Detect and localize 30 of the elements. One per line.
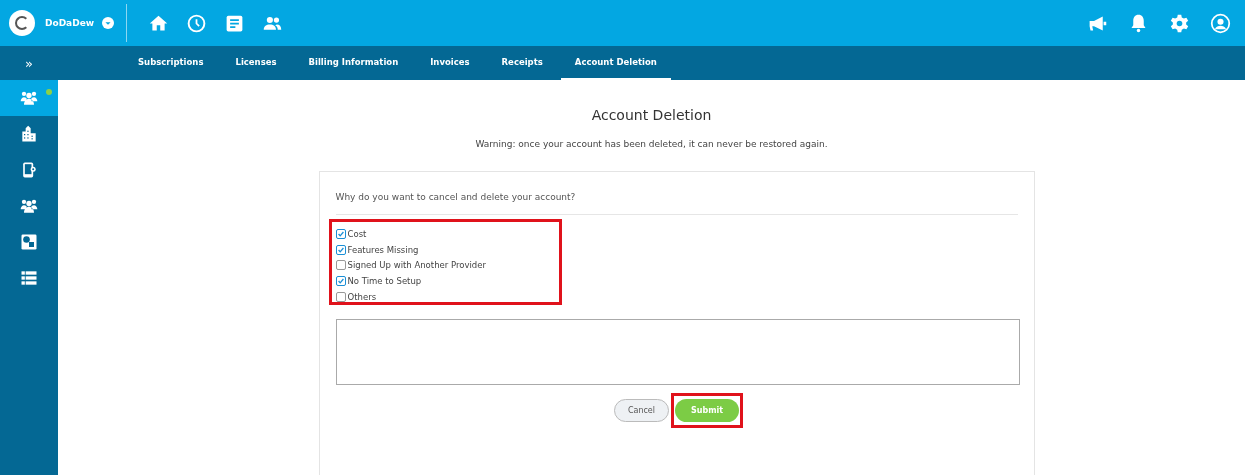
list-icon [19, 268, 39, 288]
checkbox-label: Others [347, 291, 377, 302]
dropdown-icon[interactable] [102, 17, 115, 29]
page-title: Account Deletion [591, 107, 712, 123]
sidebar-item[interactable] [0, 80, 58, 116]
tile-icon [19, 232, 39, 252]
checkbox[interactable] [335, 275, 346, 286]
settings-icon[interactable] [1169, 12, 1190, 34]
checkbox-label: Signed Up with Another Provider [347, 260, 486, 271]
tab[interactable]: Receipts [487, 46, 557, 80]
checkbox[interactable] [335, 291, 346, 302]
checkbox[interactable] [335, 228, 346, 239]
checkbox-label: No Time to Setup [347, 275, 422, 286]
warning-text: Warning: once your account has been deleted, it can never be restored again. [475, 139, 828, 149]
cancel-button[interactable]: Cancel [613, 399, 669, 423]
checkbox-label: Features Missing [347, 244, 419, 255]
checkbox-label: Cost [347, 228, 367, 239]
expand-toggle[interactable]: » [0, 46, 58, 80]
clock-icon[interactable] [186, 12, 207, 34]
logo-icon[interactable] [9, 10, 35, 36]
checkbox[interactable] [335, 260, 346, 271]
tab[interactable]: Billing Information [294, 46, 413, 80]
tab[interactable]: Subscriptions [124, 46, 218, 80]
comment-field[interactable] [335, 319, 1020, 386]
checkbox[interactable] [335, 244, 346, 255]
question-text: Why do you want to cancel and delete your account? [335, 192, 577, 202]
account-icon[interactable] [1210, 12, 1231, 34]
building-icon [19, 124, 39, 144]
tab[interactable]: Licenses [221, 46, 291, 80]
tab[interactable]: Invoices [416, 46, 484, 80]
